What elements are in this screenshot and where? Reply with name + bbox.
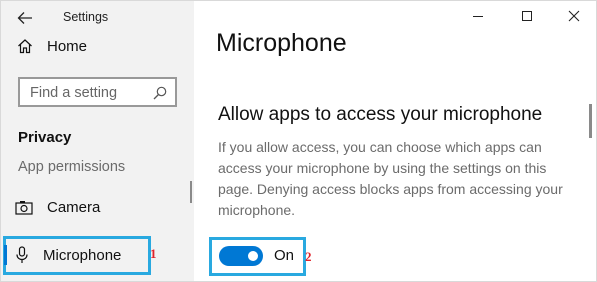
subsection-app-permissions: App permissions — [18, 159, 126, 175]
microphone-access-toggle[interactable] — [219, 246, 263, 266]
microphone-icon — [16, 246, 28, 263]
section-description: If you allow access, you can choose whic… — [218, 139, 563, 218]
back-button[interactable] — [14, 7, 36, 29]
sidebar-item-label: Microphone — [43, 246, 122, 264]
selection-indicator — [4, 245, 7, 265]
sidebar: Settings Home Find a setting Privacy App… — [1, 1, 194, 281]
page-title: Microphone — [216, 29, 347, 57]
annotation-badge-2: 2 — [305, 249, 312, 264]
close-icon — [568, 10, 580, 22]
sidebar-scrollbar[interactable] — [190, 181, 192, 203]
toggle-knob — [248, 251, 258, 261]
main-scrollbar[interactable] — [589, 104, 592, 138]
app-title: Settings — [63, 10, 109, 24]
sidebar-item-label: Camera — [47, 198, 101, 216]
toggle-state-label: On — [274, 247, 295, 264]
home-icon — [18, 39, 32, 54]
annotation-badge-1: 1 — [150, 246, 157, 261]
sidebar-item-camera[interactable]: Camera — [15, 192, 100, 222]
search-placeholder: Find a setting — [30, 85, 118, 101]
minimize-button[interactable] — [458, 4, 498, 28]
section-heading: Allow apps to access your microphone — [218, 104, 543, 125]
nav-home-label: Home — [47, 37, 88, 55]
maximize-icon — [522, 11, 532, 21]
back-arrow-icon — [17, 12, 32, 24]
nav-home[interactable]: Home — [17, 34, 87, 58]
minimize-icon — [473, 16, 483, 17]
close-button[interactable] — [554, 4, 594, 28]
camera-icon — [15, 200, 33, 215]
search-icon[interactable] — [153, 86, 167, 100]
section-privacy: Privacy — [18, 129, 72, 146]
sidebar-item-microphone[interactable]: Microphone — [15, 242, 121, 268]
maximize-button[interactable] — [507, 4, 547, 28]
search-input[interactable]: Find a setting — [18, 77, 177, 107]
